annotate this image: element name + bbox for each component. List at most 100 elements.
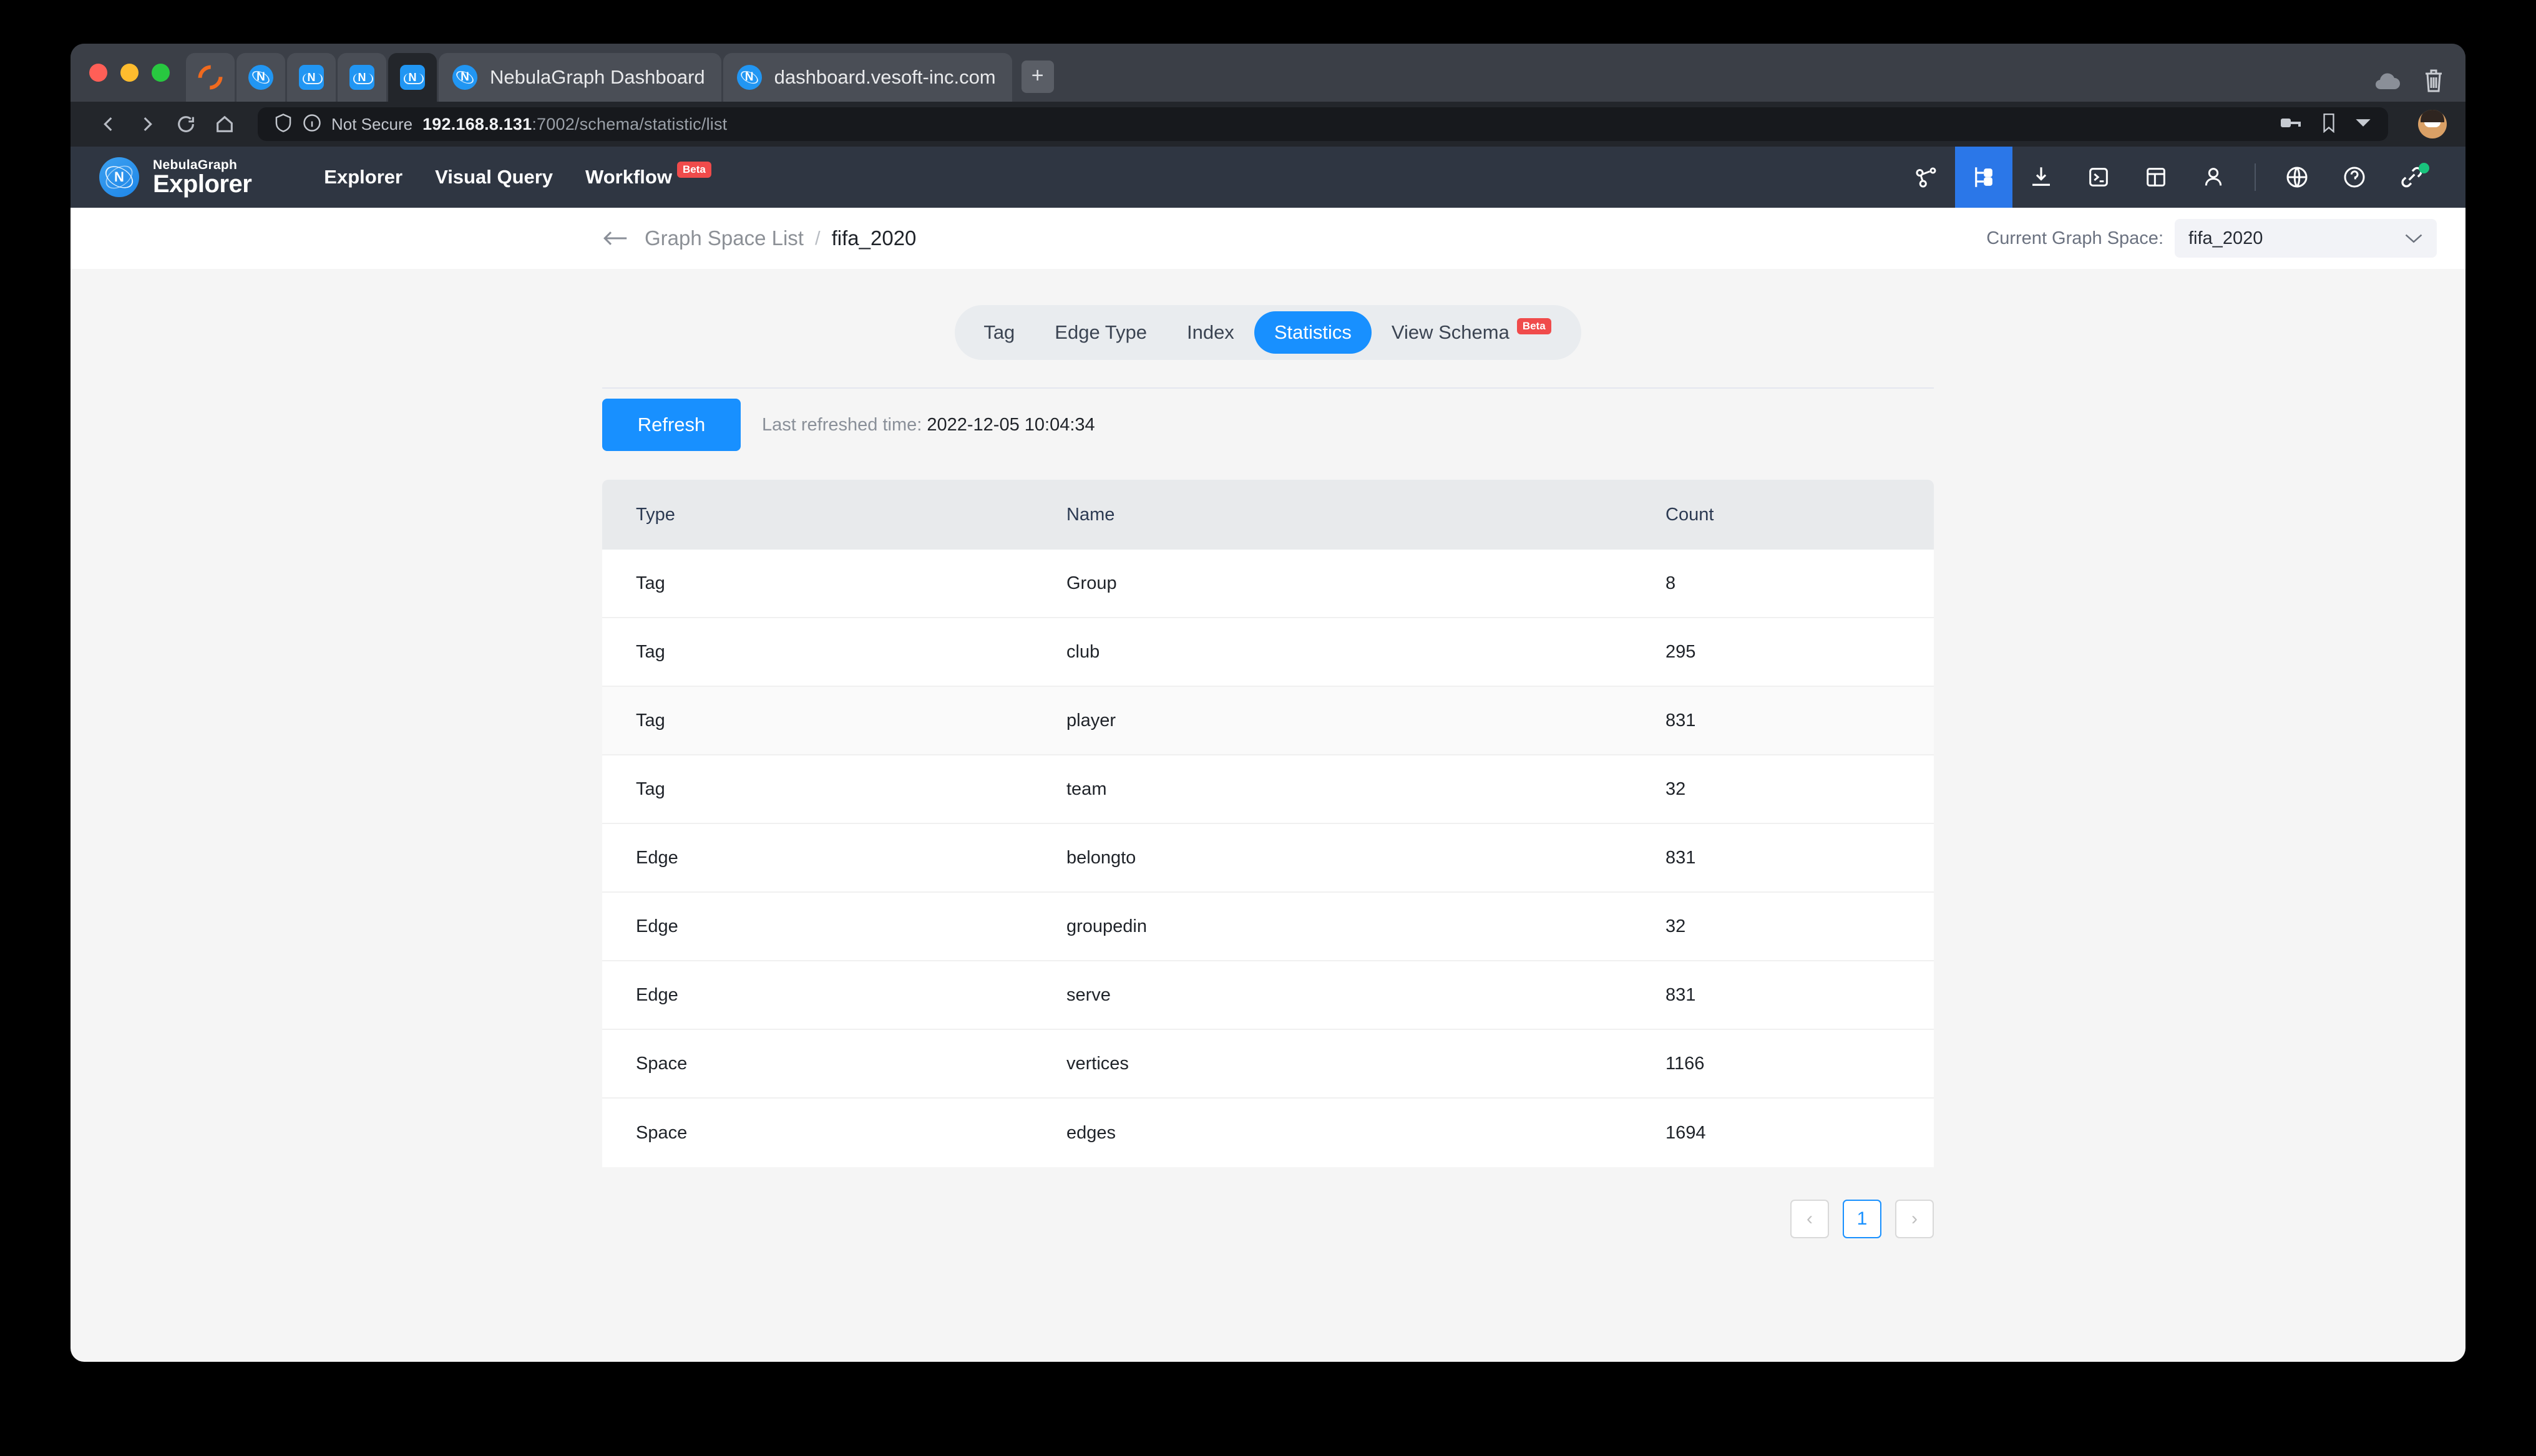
tab-index[interactable]: Index <box>1167 311 1254 354</box>
pinned-tab-3[interactable]: N <box>287 53 336 102</box>
tab-label: Statistics <box>1274 321 1352 344</box>
avatar[interactable] <box>2418 110 2447 138</box>
content-area: Tag Edge Type Index Statistics View Sche… <box>71 269 2465 1238</box>
browser-url-bar: Not Secure 192.168.8.131:7002/schema/sta… <box>71 102 2465 147</box>
cell-type: Edge <box>636 916 1066 937</box>
c-logo-icon <box>193 60 227 94</box>
schema-tabs-wrap: Tag Edge Type Index Statistics View Sche… <box>71 269 2465 360</box>
forward-icon[interactable] <box>128 105 167 143</box>
back-arrow-icon[interactable] <box>602 228 628 248</box>
omnibox[interactable]: Not Secure 192.168.8.131:7002/schema/sta… <box>258 107 2388 141</box>
security-status-label: Not Secure <box>331 115 412 134</box>
key-icon[interactable] <box>2281 116 2303 133</box>
table-row[interactable]: Edge groupedin 32 <box>602 893 1934 961</box>
new-tab-button[interactable]: + <box>1022 61 1054 93</box>
header-divider <box>2255 163 2256 191</box>
column-header-count[interactable]: Count <box>1665 505 1900 525</box>
pagination-page-1[interactable]: 1 <box>1843 1200 1881 1238</box>
reload-icon[interactable] <box>167 105 205 143</box>
graph-space-picker: Current Graph Space: fifa_2020 <box>1986 219 2437 258</box>
nebula-logo-icon: N <box>452 65 477 90</box>
info-icon[interactable] <box>303 114 321 135</box>
table-row[interactable]: Tag team 32 <box>602 755 1934 824</box>
table-row[interactable]: Edge belongto 831 <box>602 824 1934 893</box>
pinned-tab-1[interactable] <box>186 53 235 102</box>
url-text: 192.168.8.131:7002/schema/statistic/list <box>422 115 727 134</box>
back-icon[interactable] <box>89 105 128 143</box>
breadcrumb-bar: Graph Space List / fifa_2020 Current Gra… <box>71 208 2465 269</box>
statistics-panel: Refresh Last refreshed time: 2022-12-05 … <box>71 360 2465 1238</box>
brand-logo[interactable]: N NebulaGraph Explorer <box>99 157 251 197</box>
app-header: N NebulaGraph Explorer Explorer Visual Q… <box>71 147 2465 208</box>
column-header-name[interactable]: Name <box>1066 505 1665 525</box>
graph-space-select[interactable]: fifa_2020 <box>2175 219 2437 258</box>
chevron-down-icon[interactable] <box>2354 117 2372 132</box>
cell-count: 831 <box>1665 985 1900 1006</box>
graph-space-label: Current Graph Space: <box>1986 228 2163 249</box>
pinned-tab-5-active[interactable]: N <box>388 53 437 102</box>
omnibox-icons <box>2281 113 2372 136</box>
table-row[interactable]: Tag player 831 <box>602 687 1934 755</box>
pinned-tab-4[interactable]: N <box>338 53 386 102</box>
dashboard-icon[interactable] <box>2127 147 2185 208</box>
application-root: N NebulaGraph Explorer Explorer Visual Q… <box>71 147 2465 1362</box>
tab-label: Index <box>1187 321 1234 344</box>
nebula-cloud-icon: N <box>299 65 324 90</box>
console-icon[interactable] <box>2070 147 2127 208</box>
nav-item-label: Visual Query <box>435 166 553 188</box>
tab-tag[interactable]: Tag <box>963 311 1035 354</box>
chevron-down-icon <box>2404 229 2423 248</box>
browser-tab-title: dashboard.vesoft-inc.com <box>774 66 996 89</box>
cell-type: Tag <box>636 642 1066 662</box>
table-row[interactable]: Tag Group 8 <box>602 550 1934 618</box>
browser-tab-strip: N N N N N NebulaGraph Dashboard N dashbo… <box>71 44 2465 102</box>
trash-icon[interactable] <box>2423 68 2444 93</box>
browser-tab-vesoft[interactable]: N dashboard.vesoft-inc.com <box>723 53 1012 102</box>
import-icon[interactable] <box>2012 147 2070 208</box>
browser-tab-dashboard[interactable]: N NebulaGraph Dashboard <box>439 53 721 102</box>
close-window-button[interactable] <box>89 64 107 82</box>
browser-tab-title: NebulaGraph Dashboard <box>490 66 705 89</box>
nav-item-workflow[interactable]: Workflow Beta <box>569 147 729 208</box>
cell-count: 32 <box>1665 779 1900 800</box>
tab-edge-type[interactable]: Edge Type <box>1035 311 1167 354</box>
nav-item-visual-query[interactable]: Visual Query <box>419 147 569 208</box>
schema-icon[interactable] <box>1955 147 2012 208</box>
cell-name: edges <box>1066 1123 1665 1143</box>
user-icon[interactable] <box>2185 147 2242 208</box>
pinned-tab-2[interactable]: N <box>237 53 285 102</box>
column-header-type[interactable]: Type <box>636 505 1066 525</box>
shield-icon <box>274 113 293 136</box>
breadcrumb-current: fifa_2020 <box>832 226 917 250</box>
nebula-cloud-icon: N <box>349 65 374 90</box>
tab-label: Tag <box>983 321 1015 344</box>
home-icon[interactable] <box>205 105 244 143</box>
minimize-window-button[interactable] <box>120 64 139 82</box>
tab-view-schema[interactable]: View Schema Beta <box>1372 311 1573 354</box>
last-refreshed-label: Last refreshed time: <box>762 415 922 435</box>
cloud-icon[interactable] <box>2373 70 2402 90</box>
table-row[interactable]: Edge serve 831 <box>602 961 1934 1030</box>
refresh-button[interactable]: Refresh <box>602 399 741 451</box>
nav-item-explorer[interactable]: Explorer <box>308 147 419 208</box>
bookmark-icon[interactable] <box>2321 113 2337 136</box>
graph-space-value: fifa_2020 <box>2188 228 2263 249</box>
pagination-next-button[interactable]: › <box>1895 1200 1934 1238</box>
table-row[interactable]: Space vertices 1166 <box>602 1030 1934 1099</box>
browser-tabs: N N N N N NebulaGraph Dashboard N dashbo… <box>186 44 1054 102</box>
connection-link-icon[interactable] <box>2383 147 2441 208</box>
graph-share-icon[interactable] <box>1898 147 1955 208</box>
last-refreshed-time: Last refreshed time: 2022-12-05 10:04:34 <box>762 415 1095 435</box>
table-row[interactable]: Tag club 295 <box>602 618 1934 687</box>
pagination-prev-button[interactable]: ‹ <box>1790 1200 1829 1238</box>
help-icon[interactable] <box>2326 147 2383 208</box>
table-row[interactable]: Space edges 1694 <box>602 1099 1934 1167</box>
cell-type: Edge <box>636 848 1066 868</box>
zoom-window-button[interactable] <box>152 64 170 82</box>
breadcrumb-parent-link[interactable]: Graph Space List <box>645 226 804 250</box>
language-globe-icon[interactable] <box>2268 147 2326 208</box>
cell-name: club <box>1066 642 1665 662</box>
tab-statistics[interactable]: Statistics <box>1254 311 1372 354</box>
cell-type: Tag <box>636 573 1066 594</box>
cell-name: serve <box>1066 985 1665 1006</box>
